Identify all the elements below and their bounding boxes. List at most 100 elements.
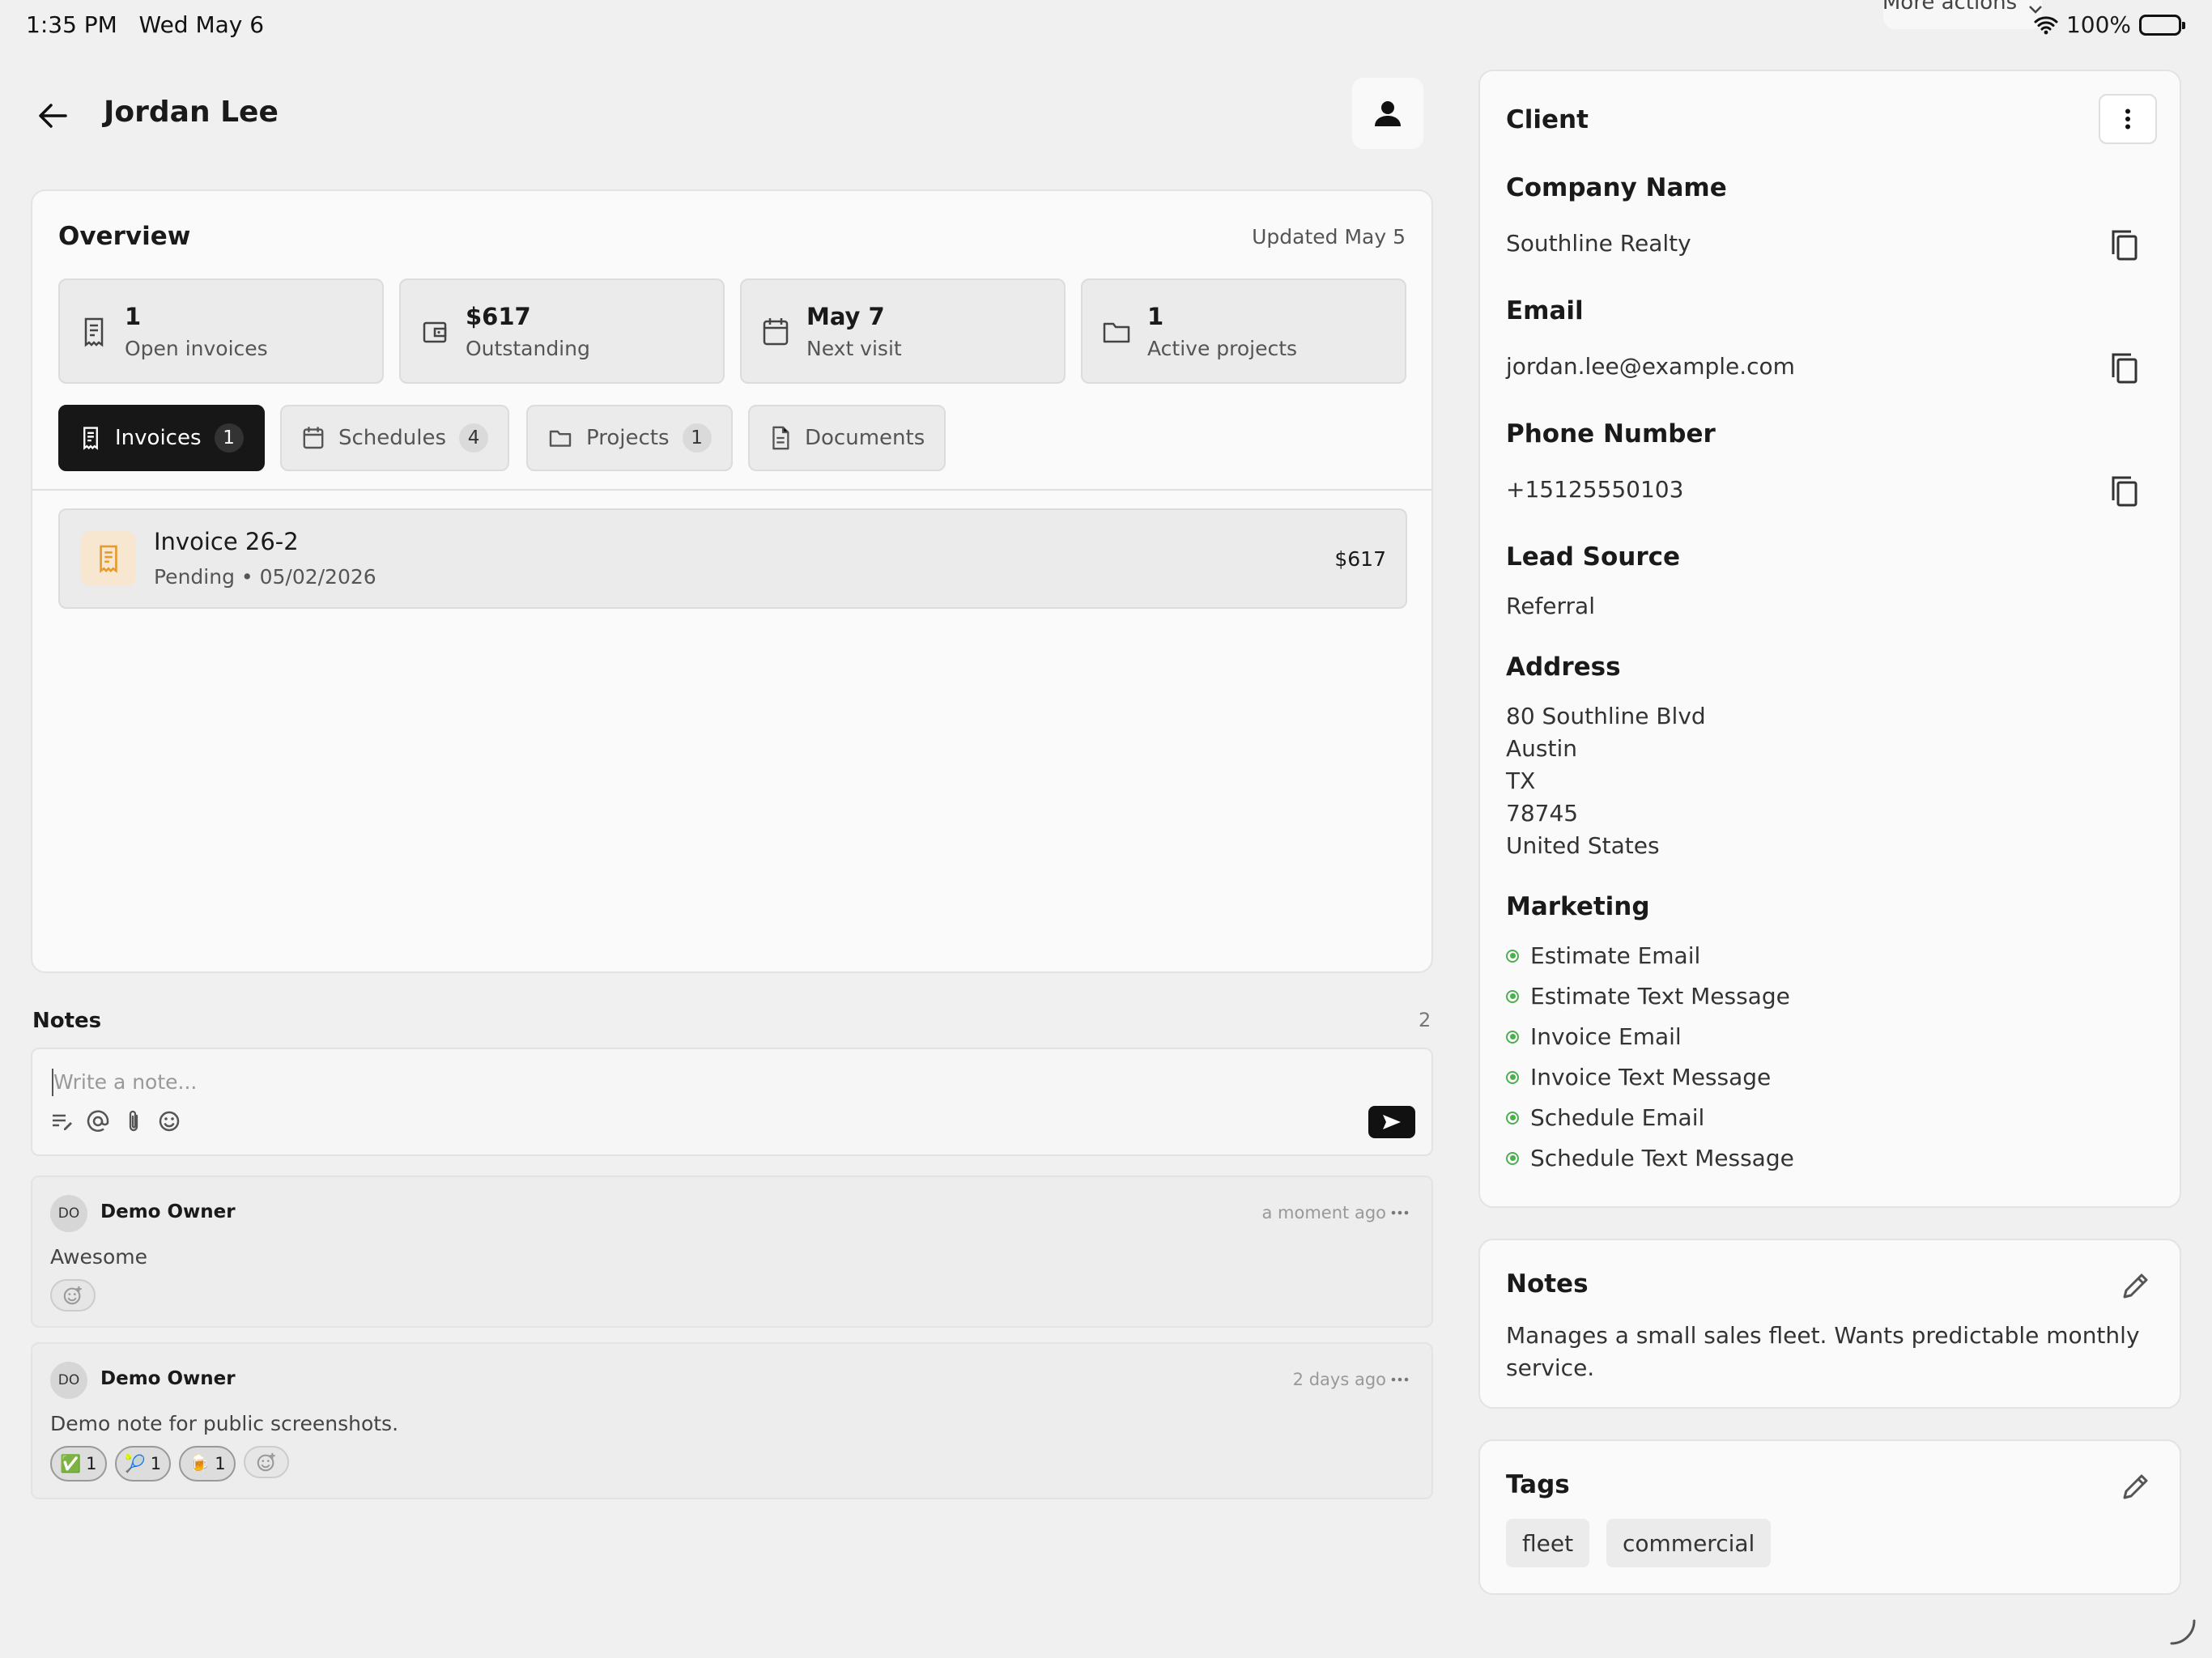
phone-value: +15125550103 bbox=[1506, 476, 1684, 503]
tab-label: Schedules bbox=[338, 426, 447, 450]
reaction-emoji: 🍺 bbox=[189, 1453, 211, 1473]
marketing-item-label: Estimate Email bbox=[1530, 942, 1701, 969]
reactions: ✅ 1 🎾 1 🍺 1 bbox=[50, 1446, 289, 1482]
note-placeholder: Write a note... bbox=[53, 1070, 198, 1094]
note-input[interactable]: Write a note... bbox=[31, 1048, 1433, 1156]
tab-count-badge: 4 bbox=[459, 423, 489, 453]
note-item: DO Demo Owner 2 days ago Demo note for p… bbox=[31, 1342, 1433, 1499]
person-icon bbox=[1373, 99, 1402, 128]
status-dot-icon bbox=[1506, 1111, 1519, 1124]
marketing-item-label: Schedule Text Message bbox=[1530, 1145, 1794, 1171]
wallet-icon bbox=[420, 316, 449, 348]
lead-source-label: Lead Source bbox=[1506, 542, 1681, 572]
notes-heading: Notes bbox=[32, 1009, 102, 1033]
calendar-icon bbox=[761, 316, 790, 348]
pencil-icon[interactable] bbox=[2120, 1470, 2152, 1503]
tab-documents[interactable]: Documents bbox=[748, 405, 946, 471]
marketing-item: Estimate Text Message bbox=[1506, 983, 1790, 1010]
note-body: Awesome bbox=[50, 1245, 147, 1269]
reactions bbox=[50, 1279, 96, 1312]
paperclip-icon[interactable] bbox=[121, 1109, 146, 1133]
tab-invoices[interactable]: Invoices 1 bbox=[58, 405, 265, 471]
note-item: DO Demo Owner a moment ago Awesome bbox=[31, 1175, 1433, 1328]
client-card: Client Company Name Southline Realty Ema… bbox=[1478, 70, 2181, 1208]
more-vertical-icon bbox=[2125, 108, 2131, 130]
overview-title: Overview bbox=[58, 222, 191, 251]
tags-card: Tags fleet commercial bbox=[1478, 1439, 2181, 1595]
status-bar-right: 100% bbox=[2034, 11, 2185, 38]
status-dot-icon bbox=[1506, 989, 1519, 1003]
marketing-item: Estimate Email bbox=[1506, 942, 1700, 969]
overview-updated: Updated May 5 bbox=[1252, 225, 1406, 249]
arrow-left-icon bbox=[38, 103, 67, 129]
emoji-icon[interactable] bbox=[157, 1109, 181, 1133]
stat-active-projects[interactable]: 1 Active projects bbox=[1081, 278, 1406, 384]
page-title: Jordan Lee bbox=[104, 96, 279, 129]
stat-next-visit[interactable]: May 7 Next visit bbox=[740, 278, 1066, 384]
more-horizontal-icon[interactable] bbox=[1391, 1376, 1409, 1383]
status-dot-icon bbox=[1506, 1030, 1519, 1044]
resize-handle-icon[interactable] bbox=[2168, 1618, 2197, 1647]
copy-icon[interactable] bbox=[2108, 228, 2141, 264]
tag-chip[interactable]: fleet bbox=[1506, 1519, 1590, 1567]
receipt-icon bbox=[81, 531, 136, 586]
stat-value: May 7 bbox=[806, 303, 885, 330]
copy-icon[interactable] bbox=[2108, 351, 2141, 387]
divider bbox=[32, 489, 1431, 491]
tags-title: Tags bbox=[1506, 1470, 1570, 1499]
wifi-icon bbox=[2034, 15, 2058, 35]
note-author: Demo Owner bbox=[100, 1201, 236, 1222]
note-time: a moment ago bbox=[1261, 1203, 1387, 1222]
stat-label: Active projects bbox=[1147, 337, 1298, 360]
tab-count-badge: 1 bbox=[682, 423, 712, 453]
company-value: Southline Realty bbox=[1506, 230, 1691, 257]
back-button[interactable] bbox=[32, 96, 73, 136]
note-body: Demo note for public screenshots. bbox=[50, 1412, 399, 1435]
reaction-emoji: 🎾 bbox=[124, 1453, 146, 1473]
tag-chip[interactable]: commercial bbox=[1606, 1519, 1772, 1567]
more-actions-button[interactable]: More actions bbox=[1882, 0, 2043, 29]
status-dot-icon bbox=[1506, 1070, 1519, 1084]
marketing-item: Invoice Email bbox=[1506, 1023, 1682, 1050]
profile-button[interactable] bbox=[1352, 78, 1423, 149]
client-more-button[interactable] bbox=[2099, 94, 2157, 144]
mention-icon[interactable] bbox=[86, 1109, 110, 1133]
reaction-count: 1 bbox=[150, 1454, 162, 1473]
copy-icon[interactable] bbox=[2108, 474, 2141, 510]
email-label: Email bbox=[1506, 296, 1584, 325]
receipt-icon bbox=[79, 316, 108, 348]
stat-label: Outstanding bbox=[466, 337, 590, 360]
format-text-icon[interactable] bbox=[50, 1109, 74, 1133]
status-dot-icon bbox=[1506, 949, 1519, 963]
marketing-label: Marketing bbox=[1506, 892, 1650, 921]
address-line: Austin bbox=[1506, 735, 1577, 762]
clock-time: 1:35 PM bbox=[26, 11, 117, 38]
address-line: 80 Southline Blvd bbox=[1506, 703, 1706, 729]
tab-label: Invoices bbox=[115, 426, 202, 450]
company-label: Company Name bbox=[1506, 173, 1727, 202]
clock-date: Wed May 6 bbox=[138, 11, 265, 38]
more-horizontal-icon[interactable] bbox=[1391, 1209, 1409, 1216]
note-toolbar bbox=[50, 1109, 181, 1133]
add-reaction-button[interactable] bbox=[243, 1446, 289, 1478]
avatar: DO bbox=[50, 1362, 87, 1399]
note-meta: a moment ago bbox=[1262, 1203, 1410, 1222]
battery-percent: 100% bbox=[2065, 11, 2131, 38]
send-icon bbox=[1381, 1113, 1402, 1131]
reaction-chip[interactable]: 🍺 1 bbox=[179, 1446, 236, 1482]
invoice-amount: $617 bbox=[1334, 547, 1386, 571]
tab-label: Documents bbox=[805, 426, 925, 450]
reaction-chip[interactable]: ✅ 1 bbox=[50, 1446, 107, 1482]
address-line: TX bbox=[1506, 767, 1536, 794]
send-note-button[interactable] bbox=[1368, 1106, 1415, 1138]
note-author: Demo Owner bbox=[100, 1368, 236, 1389]
add-reaction-button[interactable] bbox=[50, 1279, 96, 1312]
invoice-row[interactable]: Invoice 26-2 Pending • 05/02/2026 $617 bbox=[58, 508, 1407, 609]
stat-outstanding[interactable]: $617 Outstanding bbox=[399, 278, 725, 384]
tab-schedules[interactable]: Schedules 4 bbox=[280, 405, 510, 471]
pencil-icon[interactable] bbox=[2120, 1269, 2152, 1302]
stat-open-invoices[interactable]: 1 Open invoices bbox=[58, 278, 384, 384]
tab-projects[interactable]: Projects 1 bbox=[526, 405, 733, 471]
reaction-chip[interactable]: 🎾 1 bbox=[114, 1446, 172, 1482]
notes-count: 2 bbox=[1419, 1009, 1431, 1031]
